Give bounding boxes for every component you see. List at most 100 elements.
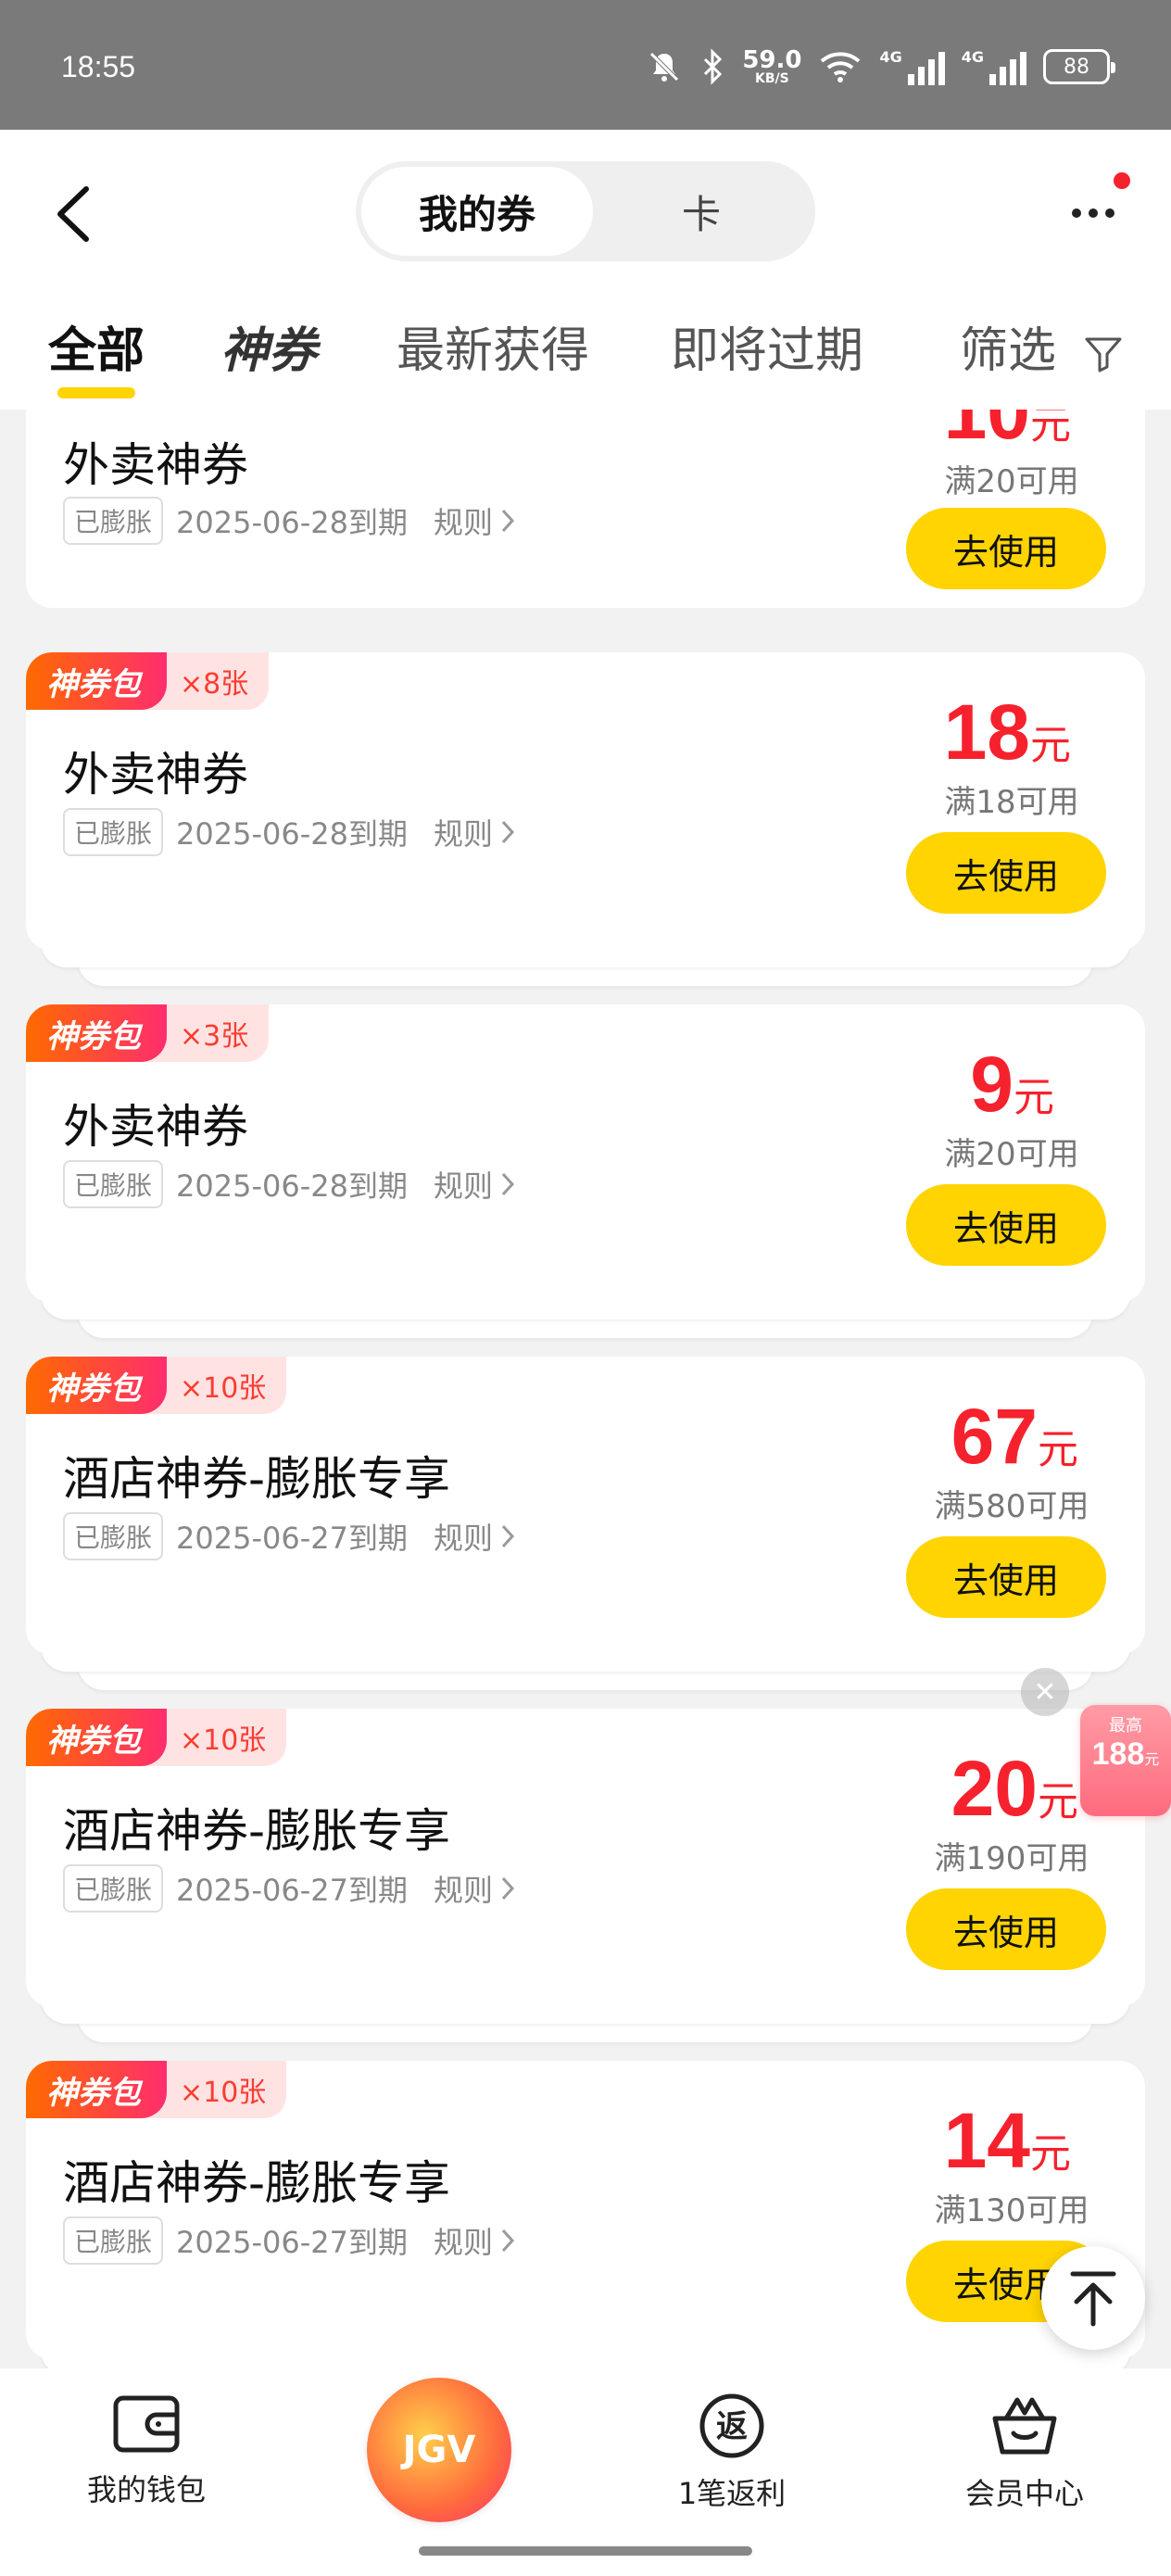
chevron-right-icon [501, 509, 515, 533]
coupon-title: 外卖神券 [63, 1100, 248, 1154]
coupon-title: 酒店神券-膨胀专享 [63, 1804, 451, 1858]
rules-link[interactable]: 规则 [434, 1515, 515, 1558]
segment-control: 我的券 卡 [356, 161, 815, 261]
coupon-title: 外卖神券 [63, 438, 248, 492]
tab-all[interactable]: 全部 [48, 311, 145, 381]
chevron-right-icon [501, 1524, 515, 1548]
status-bar: 18:55 59.0 KB/S 4G 4G 88 [0, 0, 1171, 130]
status-icons: 59.0 KB/S 4G 4G 88 [646, 41, 1115, 93]
use-button[interactable]: 去使用 [906, 832, 1106, 914]
tab-filter[interactable]: 筛选 [960, 311, 1124, 381]
rules-link[interactable]: 规则 [434, 1163, 515, 1206]
chevron-left-icon [57, 186, 89, 242]
back-button[interactable] [41, 172, 106, 256]
rebate-icon: 返 [699, 2393, 764, 2458]
tab-active-indicator [57, 387, 135, 398]
coupon-pack-badge: 神券包 ×3张 [26, 1004, 270, 1062]
use-button[interactable]: 去使用 [906, 1536, 1106, 1618]
coupon-card-body: 外卖神券 已膨胀 2025-06-28到期 规则 10元 满20可用 去使用 [26, 410, 1145, 608]
coupon-amount: 67元 [951, 1393, 1078, 1480]
tab-filter-label: 筛选 [960, 323, 1057, 379]
expire-date: 2025-06-28到期 [176, 1168, 408, 1204]
coupon-card-body: 神券包 ×10张 酒店神券-膨胀专享 已膨胀 2025-06-27到期 规则 2… [26, 1709, 1145, 2007]
chevron-right-icon [501, 1172, 515, 1196]
center-promo-button[interactable]: JGV [367, 2378, 511, 2522]
use-button[interactable]: 去使用 [906, 1888, 1106, 1970]
net-speed: 59.0 KB/S [742, 46, 802, 86]
signal-1-icon: 4G [879, 48, 945, 85]
filter-tabs: 全部 神券 最新获得 即将过期 筛选 [0, 300, 1171, 398]
more-button[interactable] [1056, 185, 1130, 241]
coupon-card-body: 神券包 ×10张 酒店神券-膨胀专享 已膨胀 2025-06-27到期 规则 6… [26, 1357, 1145, 1655]
tab-latest[interactable]: 最新获得 [397, 311, 589, 381]
rules-link[interactable]: 规则 [434, 2219, 515, 2262]
expire-date: 2025-06-27到期 [176, 1521, 408, 1556]
coupon-meta: 已膨胀 2025-06-28到期 规则 [63, 1160, 515, 1208]
wallet-icon [113, 2395, 180, 2453]
status-tag: 已膨胀 [63, 808, 164, 856]
status-tag: 已膨胀 [63, 1512, 164, 1560]
status-tag: 已膨胀 [63, 2216, 164, 2265]
header: 我的券 卡 全部 神券 最新获得 即将过期 筛选 [0, 130, 1171, 410]
promo-badge[interactable]: 最高 188元 [1080, 1705, 1171, 1816]
tab-shen-coupon[interactable]: 神券 [220, 311, 317, 381]
wifi-icon [818, 44, 863, 89]
arrow-up-icon [1070, 2271, 1116, 2327]
rules-link[interactable]: 规则 [434, 499, 515, 542]
segment-my-coupons[interactable]: 我的券 [361, 167, 593, 256]
coupon-pack-badge: 神券包 ×8张 [26, 652, 270, 710]
use-button[interactable]: 去使用 [906, 508, 1106, 589]
coupon-meta: 已膨胀 2025-06-28到期 规则 [63, 808, 515, 856]
segment-cards[interactable]: 卡 [593, 167, 810, 256]
coupon-title: 酒店神券-膨胀专享 [63, 2156, 451, 2210]
nav-member-center[interactable]: 会员中心 [923, 2393, 1127, 2513]
coupon-pack-badge: 神券包 ×10张 [26, 1709, 287, 1766]
nav-wallet[interactable]: 我的钱包 [44, 2393, 248, 2509]
battery-icon: 88 [1043, 49, 1115, 84]
coupon-amount: 10元 [943, 410, 1071, 455]
status-tag: 已膨胀 [63, 1864, 164, 1913]
coupon-threshold: 满18可用 [944, 784, 1079, 821]
floating-promo: 最高 188元 ✕ [1021, 1668, 1171, 1835]
coupon-threshold: 满20可用 [944, 1136, 1079, 1173]
use-button[interactable]: 去使用 [906, 1184, 1106, 1266]
coupon-threshold: 满130可用 [934, 2192, 1089, 2229]
mute-bell-icon [646, 44, 683, 89]
coupon-card-body: 神券包 ×10张 酒店神券-膨胀专享 已膨胀 2025-06-27到期 规则 1… [26, 2061, 1145, 2359]
coupon-amount: 18元 [943, 688, 1071, 776]
close-icon[interactable]: ✕ [1021, 1668, 1069, 1716]
coupon-list[interactable]: 外卖神券 已膨胀 2025-06-28到期 规则 10元 满20可用 去使用 神… [0, 410, 1171, 2368]
expire-date: 2025-06-28到期 [176, 816, 408, 852]
bluetooth-icon [699, 44, 725, 89]
expire-date: 2025-06-28到期 [176, 505, 408, 540]
coupon-meta: 已膨胀 2025-06-27到期 规则 [63, 1864, 515, 1913]
expire-date: 2025-06-27到期 [176, 2225, 408, 2260]
coupon-card-body: 神券包 ×3张 外卖神券 已膨胀 2025-06-28到期 规则 9元 满20可… [26, 1004, 1145, 1303]
rules-link[interactable]: 规则 [434, 811, 515, 853]
coupon-pack-badge: 神券包 ×10张 [26, 2061, 287, 2118]
coupon-title: 酒店神券-膨胀专享 [63, 1452, 451, 1506]
nav-rebate[interactable]: 返 1笔返利 [630, 2393, 834, 2513]
chevron-right-icon [501, 1876, 515, 1900]
coupon-meta: 已膨胀 2025-06-27到期 规则 [63, 2216, 515, 2265]
chevron-right-icon [501, 820, 515, 844]
coupon-threshold: 满20可用 [944, 463, 1079, 500]
chevron-right-icon [501, 2229, 515, 2253]
svg-text:返: 返 [716, 2408, 748, 2445]
home-indicator[interactable] [419, 2546, 752, 2556]
filter-icon [1085, 337, 1122, 373]
tab-expiring[interactable]: 即将过期 [671, 311, 863, 381]
coupon-amount: 14元 [943, 2097, 1071, 2184]
coupon-threshold: 满190可用 [934, 1840, 1089, 1877]
coupon-card-body: 神券包 ×8张 外卖神券 已膨胀 2025-06-28到期 规则 18元 满18… [26, 652, 1145, 951]
rules-link[interactable]: 规则 [434, 1867, 515, 1910]
status-time: 18:55 [61, 50, 136, 83]
status-tag: 已膨胀 [63, 497, 164, 545]
coupon-pack-badge: 神券包 ×10张 [26, 1357, 287, 1414]
scroll-to-top-button[interactable] [1041, 2246, 1145, 2350]
notification-dot [1114, 172, 1130, 189]
crown-basket-icon [992, 2397, 1057, 2455]
bottom-nav: 我的钱包 JGV 返 1笔返利 会员中心 [0, 2368, 1171, 2576]
more-dot-icon [1072, 208, 1081, 218]
signal-2-icon: 4G [962, 48, 1026, 85]
